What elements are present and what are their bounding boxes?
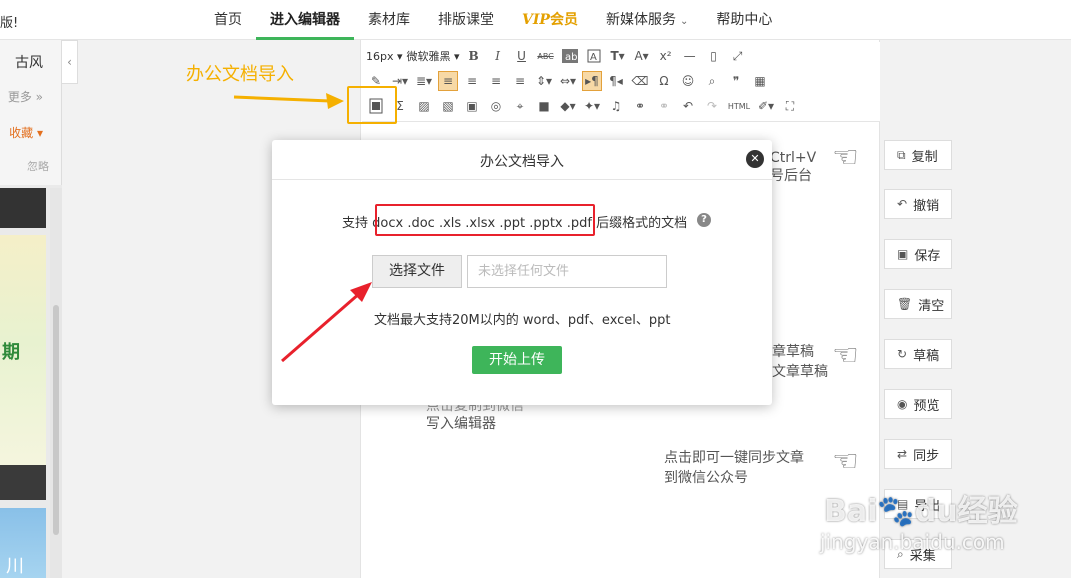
- watermark-brand-end: du: [914, 494, 958, 529]
- baidu-watermark: Bai🐾du经验: [824, 486, 1018, 530]
- watermark-suffix: 经验: [957, 494, 1018, 529]
- watermark-url: jingyan.baidu.com: [820, 530, 1005, 554]
- watermark-brand: Bai: [824, 494, 878, 529]
- red-arrow: [281, 282, 372, 363]
- paw-icon: 🐾: [877, 494, 915, 529]
- yellow-arrow: [233, 93, 344, 109]
